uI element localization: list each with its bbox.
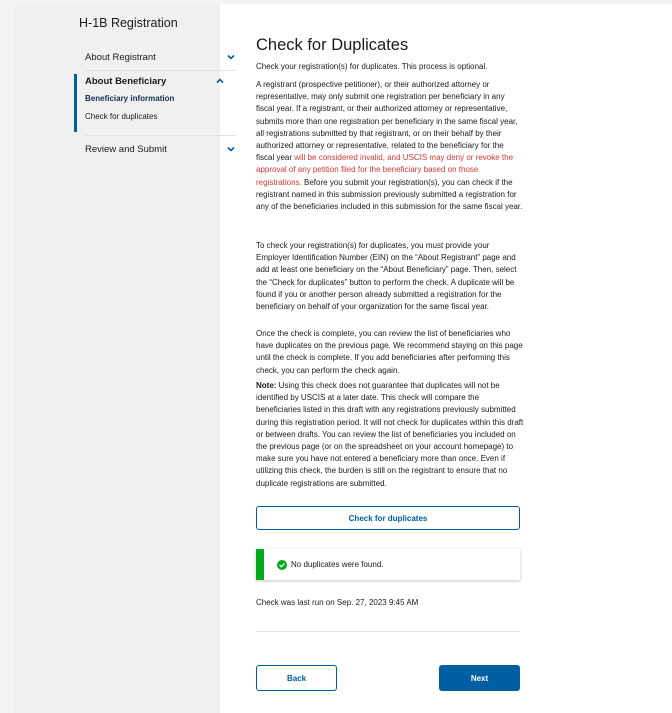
- paragraph-registration-rules: A registrant (prospective petitioner), o…: [256, 79, 524, 213]
- page-frame: H-1B Registration About Registrant About…: [14, 4, 672, 713]
- divider: [256, 631, 520, 632]
- intro-text: Check your registration(s) for duplicate…: [256, 62, 488, 71]
- paragraph-how-to-check: To check your registration(s) for duplic…: [256, 241, 517, 312]
- main-content: Check for Duplicates Check your registra…: [220, 4, 672, 713]
- sidebar-item-label: About Beneficiary: [85, 75, 167, 87]
- divider: [85, 70, 236, 71]
- alert-accent-bar: [256, 549, 264, 580]
- sidebar-item-about-registrant[interactable]: About Registrant: [85, 50, 236, 64]
- app-title: H-1B Registration: [79, 16, 178, 30]
- sidebar: H-1B Registration About Registrant About…: [14, 4, 236, 713]
- next-button[interactable]: Next: [439, 665, 520, 691]
- check-circle-icon: [277, 559, 287, 570]
- note-paragraph: Note: Using this check does not guarante…: [256, 380, 524, 490]
- success-alert: No duplicates were found.: [256, 549, 520, 580]
- sidebar-item-review-and-submit[interactable]: Review and Submit: [85, 142, 236, 156]
- sidebar-subitem-check-for-duplicates[interactable]: Check for duplicates: [85, 112, 225, 121]
- note-text: Using this check does not guarantee that…: [256, 381, 524, 488]
- page-title: Check for Duplicates: [256, 36, 409, 54]
- sidebar-item-label: About Registrant: [85, 51, 156, 63]
- note-label: Note:: [256, 381, 277, 390]
- sidebar-item-label: Review and Submit: [85, 143, 167, 155]
- sidebar-subitem-beneficiary-information[interactable]: Beneficiary information: [85, 94, 225, 103]
- paragraph-after-check: Once the check is complete, you can revi…: [256, 329, 523, 375]
- back-button[interactable]: Back: [256, 665, 337, 691]
- divider: [85, 135, 236, 136]
- last-run-timestamp: Check was last run on Sep. 27, 2023 9:45…: [256, 598, 419, 607]
- check-duplicates-button[interactable]: Check for duplicates: [256, 506, 520, 530]
- alert-message: No duplicates were found.: [291, 560, 384, 569]
- paragraph-text: A registrant (prospective petitioner), o…: [256, 80, 518, 163]
- sidebar-item-about-beneficiary[interactable]: About Beneficiary Beneficiary informatio…: [74, 74, 225, 132]
